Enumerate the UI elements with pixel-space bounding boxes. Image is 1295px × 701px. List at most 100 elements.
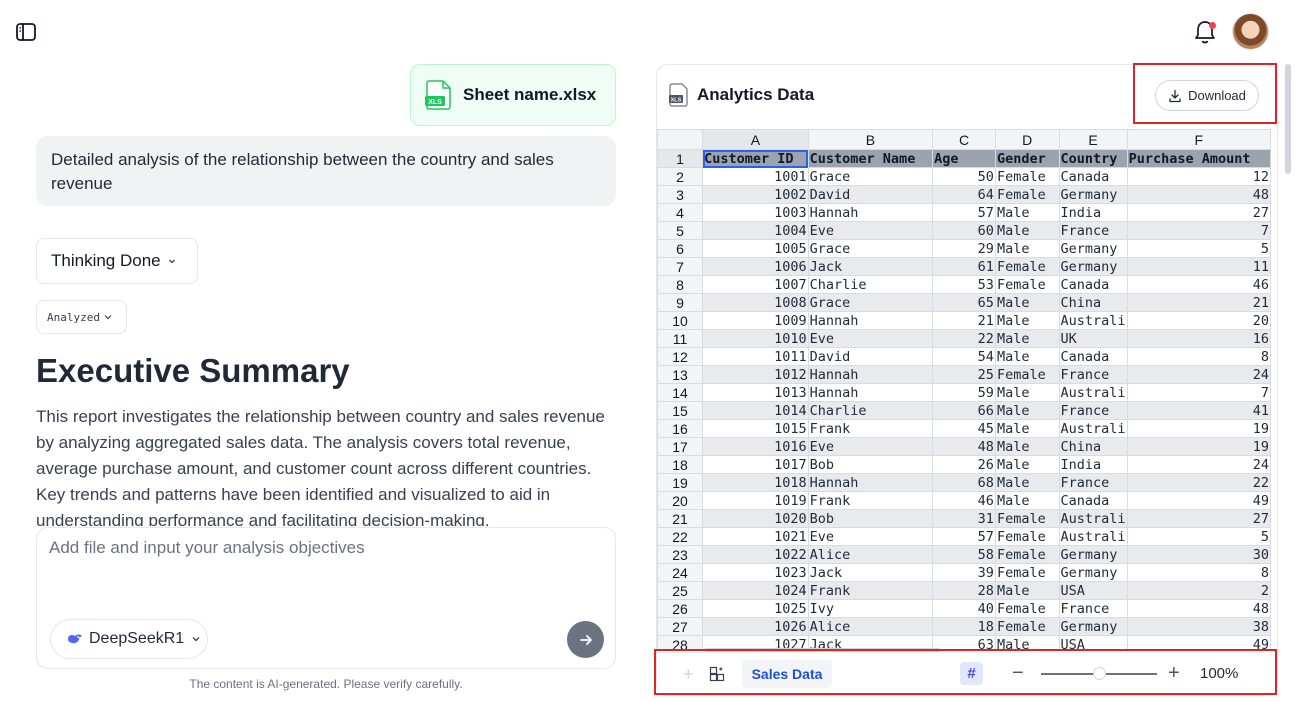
table-cell[interactable]: 49 [1126,635,1271,650]
table-cell[interactable]: 1016 [702,437,809,456]
table-cell[interactable]: 1022 [702,545,809,564]
table-cell[interactable]: 1009 [702,311,809,330]
attached-file-chip[interactable]: XLS Sheet name.xlsx [410,64,616,126]
table-cell[interactable]: 5 [1126,527,1271,546]
notification-button[interactable] [1192,18,1218,46]
gridlines-toggle-icon[interactable]: # [960,662,983,685]
table-cell[interactable]: Germany [1058,185,1128,204]
table-cell[interactable]: 22 [1126,473,1271,492]
column-header-b[interactable]: B [807,129,934,150]
table-cell[interactable]: Grace [807,239,934,258]
table-cell[interactable]: 66 [932,401,996,420]
row-number[interactable]: 28 [657,635,704,650]
table-cell[interactable]: Jack [807,257,934,276]
table-cell[interactable]: Male [994,473,1060,492]
column-header-f[interactable]: F [1126,129,1271,150]
table-cell[interactable]: Australi [1058,527,1128,546]
table-cell[interactable]: 1010 [702,329,809,348]
vertical-scrollbar[interactable] [1285,64,1291,174]
table-cell[interactable]: 64 [932,185,996,204]
table-cell[interactable]: UK [1058,329,1128,348]
row-number[interactable]: 17 [657,437,704,456]
table-cell[interactable]: Hannah [807,365,934,384]
table-cell[interactable]: 40 [932,599,996,618]
table-cell[interactable]: Female [994,545,1060,564]
row-number[interactable]: 9 [657,293,704,312]
table-cell[interactable]: Male [994,437,1060,456]
analysis-input[interactable] [49,538,599,598]
row-number[interactable]: 20 [657,491,704,510]
table-cell[interactable]: Bob [807,455,934,474]
table-cell[interactable]: 1019 [702,491,809,510]
table-cell[interactable]: Australi [1058,311,1128,330]
table-cell[interactable]: 2 [1126,581,1271,600]
row-number[interactable]: 15 [657,401,704,420]
table-cell[interactable]: Australi [1058,419,1128,438]
table-cell[interactable]: Charlie [807,401,934,420]
table-cell[interactable]: 25 [932,365,996,384]
table-cell[interactable]: Bob [807,509,934,528]
table-cell[interactable]: 1020 [702,509,809,528]
table-cell[interactable]: Female [994,563,1060,582]
table-cell[interactable]: 48 [932,437,996,456]
table-cell[interactable]: 19 [1126,419,1271,438]
table-cell[interactable]: 49 [1126,491,1271,510]
table-cell[interactable]: France [1058,401,1128,420]
table-cell[interactable]: 60 [932,221,996,240]
thinking-toggle[interactable]: Thinking Done [36,238,198,284]
zoom-in-button[interactable]: + [1168,662,1180,685]
table-cell[interactable]: Alice [807,617,934,636]
row-number[interactable]: 4 [657,203,704,222]
table-cell[interactable]: Female [994,527,1060,546]
table-cell[interactable]: 22 [932,329,996,348]
table-cell[interactable]: David [807,347,934,366]
column-header-c[interactable]: C [932,129,996,150]
header-cell[interactable]: Customer ID [702,149,809,168]
table-cell[interactable]: 1011 [702,347,809,366]
table-cell[interactable]: 1014 [702,401,809,420]
row-number[interactable]: 10 [657,311,704,330]
table-cell[interactable]: Male [994,419,1060,438]
row-number[interactable]: 23 [657,545,704,564]
table-cell[interactable]: Male [994,581,1060,600]
table-cell[interactable]: Female [994,617,1060,636]
table-cell[interactable]: 28 [932,581,996,600]
table-cell[interactable]: 68 [932,473,996,492]
table-cell[interactable]: 48 [1126,599,1271,618]
table-cell[interactable]: 1002 [702,185,809,204]
model-selector[interactable]: DeepSeekR1 [50,619,208,659]
table-cell[interactable]: 1024 [702,581,809,600]
table-cell[interactable]: Male [994,329,1060,348]
table-cell[interactable]: Germany [1058,545,1128,564]
row-number[interactable]: 25 [657,581,704,600]
row-number[interactable]: 13 [657,365,704,384]
table-cell[interactable]: 65 [932,293,996,312]
table-cell[interactable]: 8 [1126,563,1271,582]
zoom-slider-thumb[interactable] [1093,667,1106,680]
zoom-out-button[interactable]: − [1012,662,1024,685]
table-cell[interactable]: 27 [1126,203,1271,222]
table-cell[interactable]: 1017 [702,455,809,474]
row-number[interactable]: 14 [657,383,704,402]
add-sheet-icon[interactable]: + [683,664,694,685]
table-cell[interactable]: Hannah [807,473,934,492]
table-cell[interactable]: Ivy [807,599,934,618]
table-cell[interactable]: India [1058,203,1128,222]
table-cell[interactable]: 16 [1126,329,1271,348]
analyzed-toggle[interactable]: Analyzed [36,300,127,334]
table-cell[interactable]: 41 [1126,401,1271,420]
table-cell[interactable]: 1018 [702,473,809,492]
row-number[interactable]: 24 [657,563,704,582]
header-cell[interactable]: Age [932,149,996,168]
table-cell[interactable]: 46 [932,491,996,510]
table-cell[interactable]: Male [994,455,1060,474]
table-cell[interactable]: 20 [1126,311,1271,330]
table-cell[interactable]: 1007 [702,275,809,294]
column-header-d[interactable]: D [994,129,1060,150]
table-cell[interactable]: 21 [1126,293,1271,312]
table-cell[interactable]: 21 [932,311,996,330]
sidebar-toggle-button[interactable] [14,20,38,44]
table-cell[interactable]: 12 [1126,167,1271,186]
table-cell[interactable]: David [807,185,934,204]
table-cell[interactable]: Female [994,167,1060,186]
